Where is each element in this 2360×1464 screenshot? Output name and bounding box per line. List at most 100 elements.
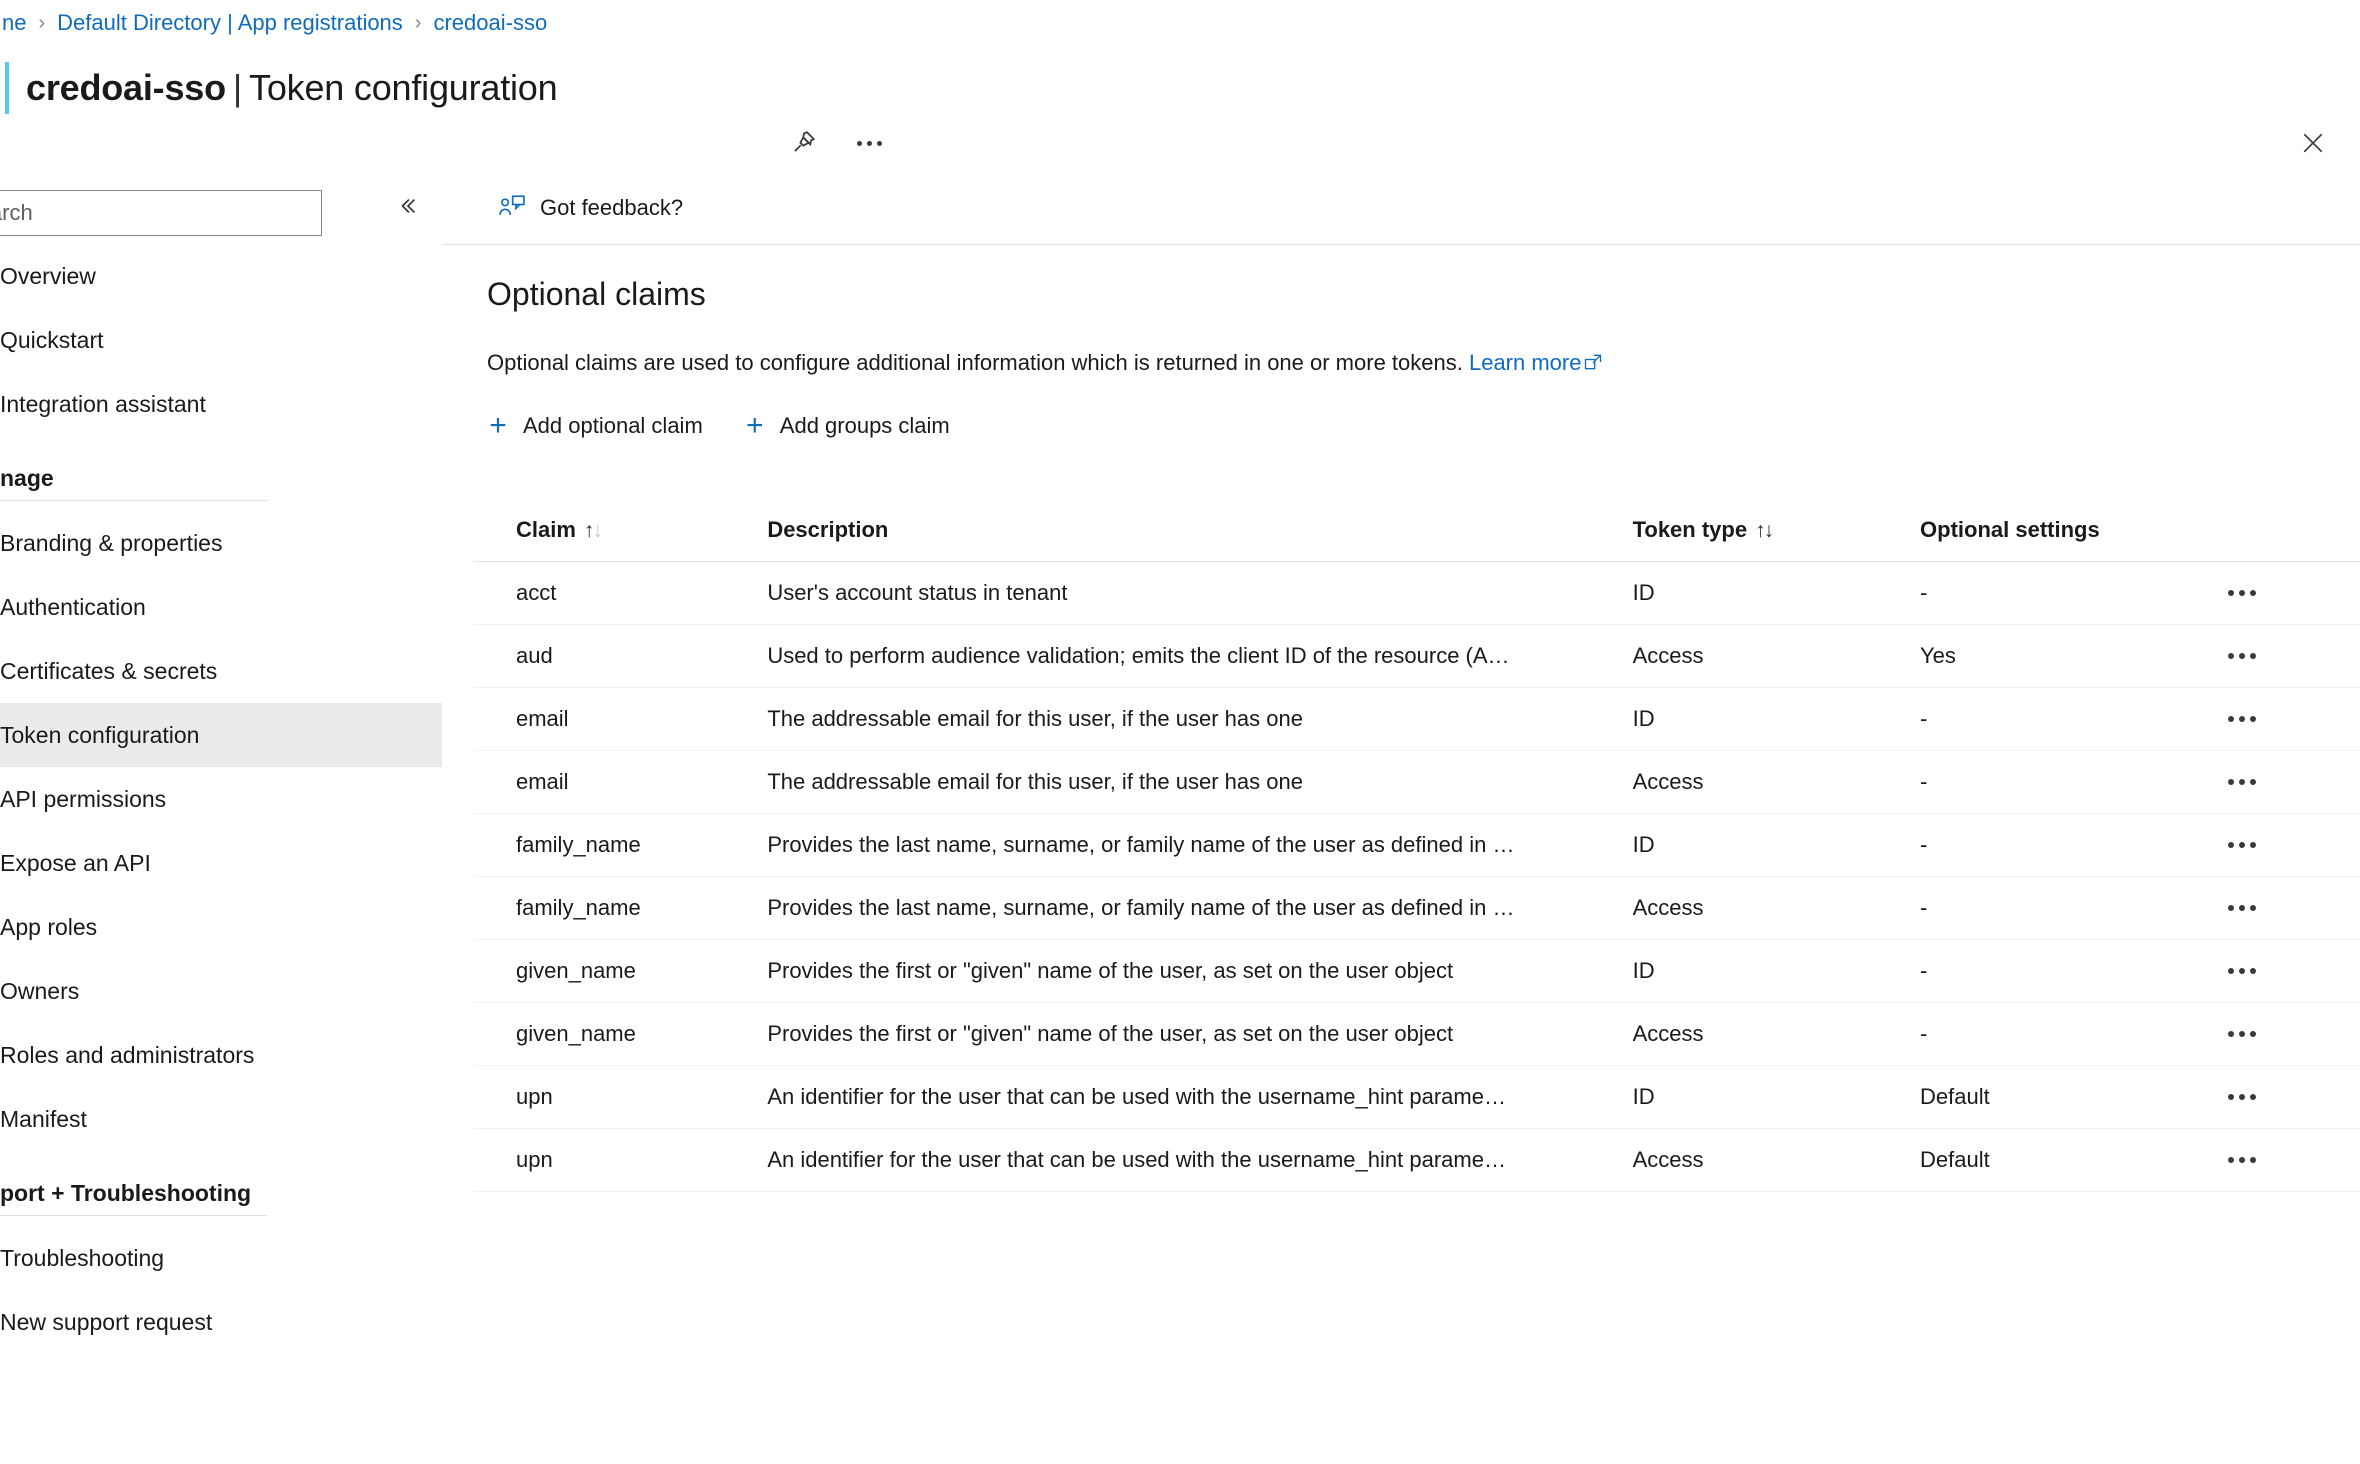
sidebar-item-label: Manifest xyxy=(0,1105,87,1132)
sidebar-item-api-permissions[interactable]: API permissions xyxy=(0,767,442,831)
column-header-actions xyxy=(2227,517,2360,562)
section-description-text: Optional claims are used to configure ad… xyxy=(487,350,1469,375)
breadcrumb-credoai-sso[interactable]: credoai-sso xyxy=(431,10,549,36)
table-row[interactable]: family_name Provides the last name, surna… xyxy=(474,876,2360,940)
cell-claim: given_name xyxy=(474,939,768,1003)
table-body: acct User's account status in tenant ID - au… xyxy=(474,561,2360,1192)
got-feedback-button[interactable]: Got feedback? xyxy=(487,182,693,234)
breadcrumb-separator: › xyxy=(38,11,46,34)
row-context-menu-button[interactable] xyxy=(2227,697,2288,741)
plus-icon: + xyxy=(746,409,764,442)
sidebar-item-manifest[interactable]: Manifest xyxy=(0,1087,442,1151)
sidebar-item-label: Expose an API xyxy=(0,849,151,876)
collapse-sidebar-button[interactable] xyxy=(388,186,428,226)
cell-token-type: ID xyxy=(1632,1065,1921,1129)
table-row[interactable]: upn An identifier for the user that can b… xyxy=(474,1128,2360,1192)
row-context-menu-button[interactable] xyxy=(2227,823,2288,867)
sort-arrows-icon: ↑↓ xyxy=(583,519,603,542)
breadcrumb-app-registrations[interactable]: Default Directory | App registrations xyxy=(55,10,405,36)
sidebar-item-app-roles[interactable]: App roles xyxy=(0,895,442,959)
close-blade-button[interactable] xyxy=(2292,122,2334,164)
sidebar-item-label: Branding & properties xyxy=(0,529,223,556)
cell-description: An identifier for the user that can be u… xyxy=(767,1065,1633,1129)
column-header-label: Optional settings xyxy=(1920,517,2100,542)
table-row[interactable]: upn An identifier for the user that can b… xyxy=(474,1065,2360,1129)
sidebar-item-quickstart[interactable]: Quickstart xyxy=(0,308,442,372)
sidebar-item-troubleshooting[interactable]: Troubleshooting xyxy=(0,1226,442,1290)
row-context-menu-button[interactable] xyxy=(2227,1012,2288,1056)
row-context-menu-button[interactable] xyxy=(2227,571,2288,615)
breadcrumb: ne › Default Directory | App registrations… xyxy=(0,6,549,40)
search-input[interactable] xyxy=(0,190,322,236)
sidebar-item-overview[interactable]: Overview xyxy=(0,244,442,308)
sidebar-item-new-support-request[interactable]: New support request xyxy=(0,1290,442,1354)
row-context-menu-button[interactable] xyxy=(2227,1138,2288,1182)
table-row[interactable]: email The addressable email for this user… xyxy=(474,750,2360,814)
plus-icon: + xyxy=(489,409,507,442)
cell-optional-settings: - xyxy=(1920,876,2228,940)
blade-title-bar: credoai-sso | Token configuration xyxy=(0,52,2360,153)
row-context-menu-button[interactable] xyxy=(2227,760,2288,804)
ellipsis-icon xyxy=(2227,653,2256,659)
cell-optional-settings: Default xyxy=(1920,1065,2228,1129)
learn-more-link[interactable]: Learn more xyxy=(1469,350,1582,375)
cell-actions xyxy=(2227,876,2360,940)
sidebar-item-branding-properties[interactable]: Branding & properties xyxy=(0,511,442,575)
table-row[interactable]: family_name Provides the last name, surna… xyxy=(474,813,2360,877)
sidebar-item-authentication[interactable]: Authentication xyxy=(0,575,442,639)
table-row[interactable]: aud Used to perform audience validation; … xyxy=(474,624,2360,688)
close-icon xyxy=(2303,133,2323,153)
ellipsis-icon xyxy=(2227,1031,2256,1037)
page-title-divider: | xyxy=(232,67,243,108)
command-bar: Got feedback? xyxy=(442,172,2360,244)
sidebar-item-expose-an-api[interactable]: Expose an API xyxy=(0,831,442,895)
row-context-menu-button[interactable] xyxy=(2227,634,2288,678)
row-context-menu-button[interactable] xyxy=(2227,1075,2288,1119)
sidebar-item-token-configuration[interactable]: Token configuration xyxy=(0,703,442,767)
row-context-menu-button[interactable] xyxy=(2227,949,2288,993)
claims-action-bar: + Add optional claim + Add groups claim xyxy=(474,400,962,452)
blade-more-menu-button[interactable] xyxy=(848,122,890,164)
table-row[interactable]: given_name Provides the first or "given" … xyxy=(474,939,2360,1003)
section-heading: Optional claims xyxy=(487,276,706,312)
page-title-page-name: Token configuration xyxy=(249,67,558,108)
ellipsis-icon xyxy=(2227,779,2256,785)
table-row[interactable]: given_name Provides the first or "given" … xyxy=(474,1002,2360,1066)
sidebar-item-roles-and-administrators[interactable]: Roles and administrators xyxy=(0,1023,442,1087)
pin-button[interactable] xyxy=(782,122,824,164)
breadcrumb-home[interactable]: ne xyxy=(0,10,28,36)
cell-claim: aud xyxy=(474,624,768,688)
ellipsis-icon xyxy=(2227,590,2256,596)
sidebar-item-integration-assistant[interactable]: Integration assistant xyxy=(0,372,442,436)
sidebar-item-label: Owners xyxy=(0,977,80,1004)
ellipsis-icon xyxy=(2227,842,2256,848)
sidebar-item-certificates-secrets[interactable]: Certificates & secrets xyxy=(0,639,442,703)
add-groups-claim-button[interactable]: + Add groups claim xyxy=(731,400,962,452)
pin-icon xyxy=(794,131,816,152)
sidebar-item-owners[interactable]: Owners xyxy=(0,959,442,1023)
table-row[interactable]: acct User's account status in tenant ID - xyxy=(474,561,2360,625)
sidebar-item-label: Integration assistant xyxy=(0,390,206,417)
cell-token-type: Access xyxy=(1632,876,1921,940)
table-row[interactable]: email The addressable email for this user… xyxy=(474,687,2360,751)
external-link-icon xyxy=(1585,354,1602,370)
row-context-menu-button[interactable] xyxy=(2227,886,2288,930)
table-head: Claim ↑↓ Description Token type ↑↓ Optional s… xyxy=(474,517,2360,562)
breadcrumb-separator: › xyxy=(414,11,422,34)
sidebar-item-label: Token configuration xyxy=(0,721,200,748)
column-header-label: Claim xyxy=(516,517,576,542)
ellipsis-icon xyxy=(2227,968,2256,974)
sidebar-group-support-troubleshooting: port + Troubleshooting xyxy=(0,1151,442,1215)
ellipsis-icon xyxy=(856,140,882,146)
column-header-label: Description xyxy=(767,517,889,542)
sidebar-group-manage: nage xyxy=(0,436,442,500)
add-optional-claim-button[interactable]: + Add optional claim xyxy=(474,400,715,452)
cell-actions xyxy=(2227,624,2360,688)
column-header-claim[interactable]: Claim ↑↓ xyxy=(474,517,768,562)
cell-description: Provides the last name, surname, or fami… xyxy=(767,876,1633,940)
cell-token-type: ID xyxy=(1632,813,1921,877)
column-header-token-type[interactable]: Token type ↑↓ xyxy=(1632,517,1921,562)
cell-actions xyxy=(2227,1128,2360,1192)
sidebar-item-label: Overview xyxy=(0,262,96,289)
cell-description: Provides the first or "given" name of th… xyxy=(767,939,1633,1003)
